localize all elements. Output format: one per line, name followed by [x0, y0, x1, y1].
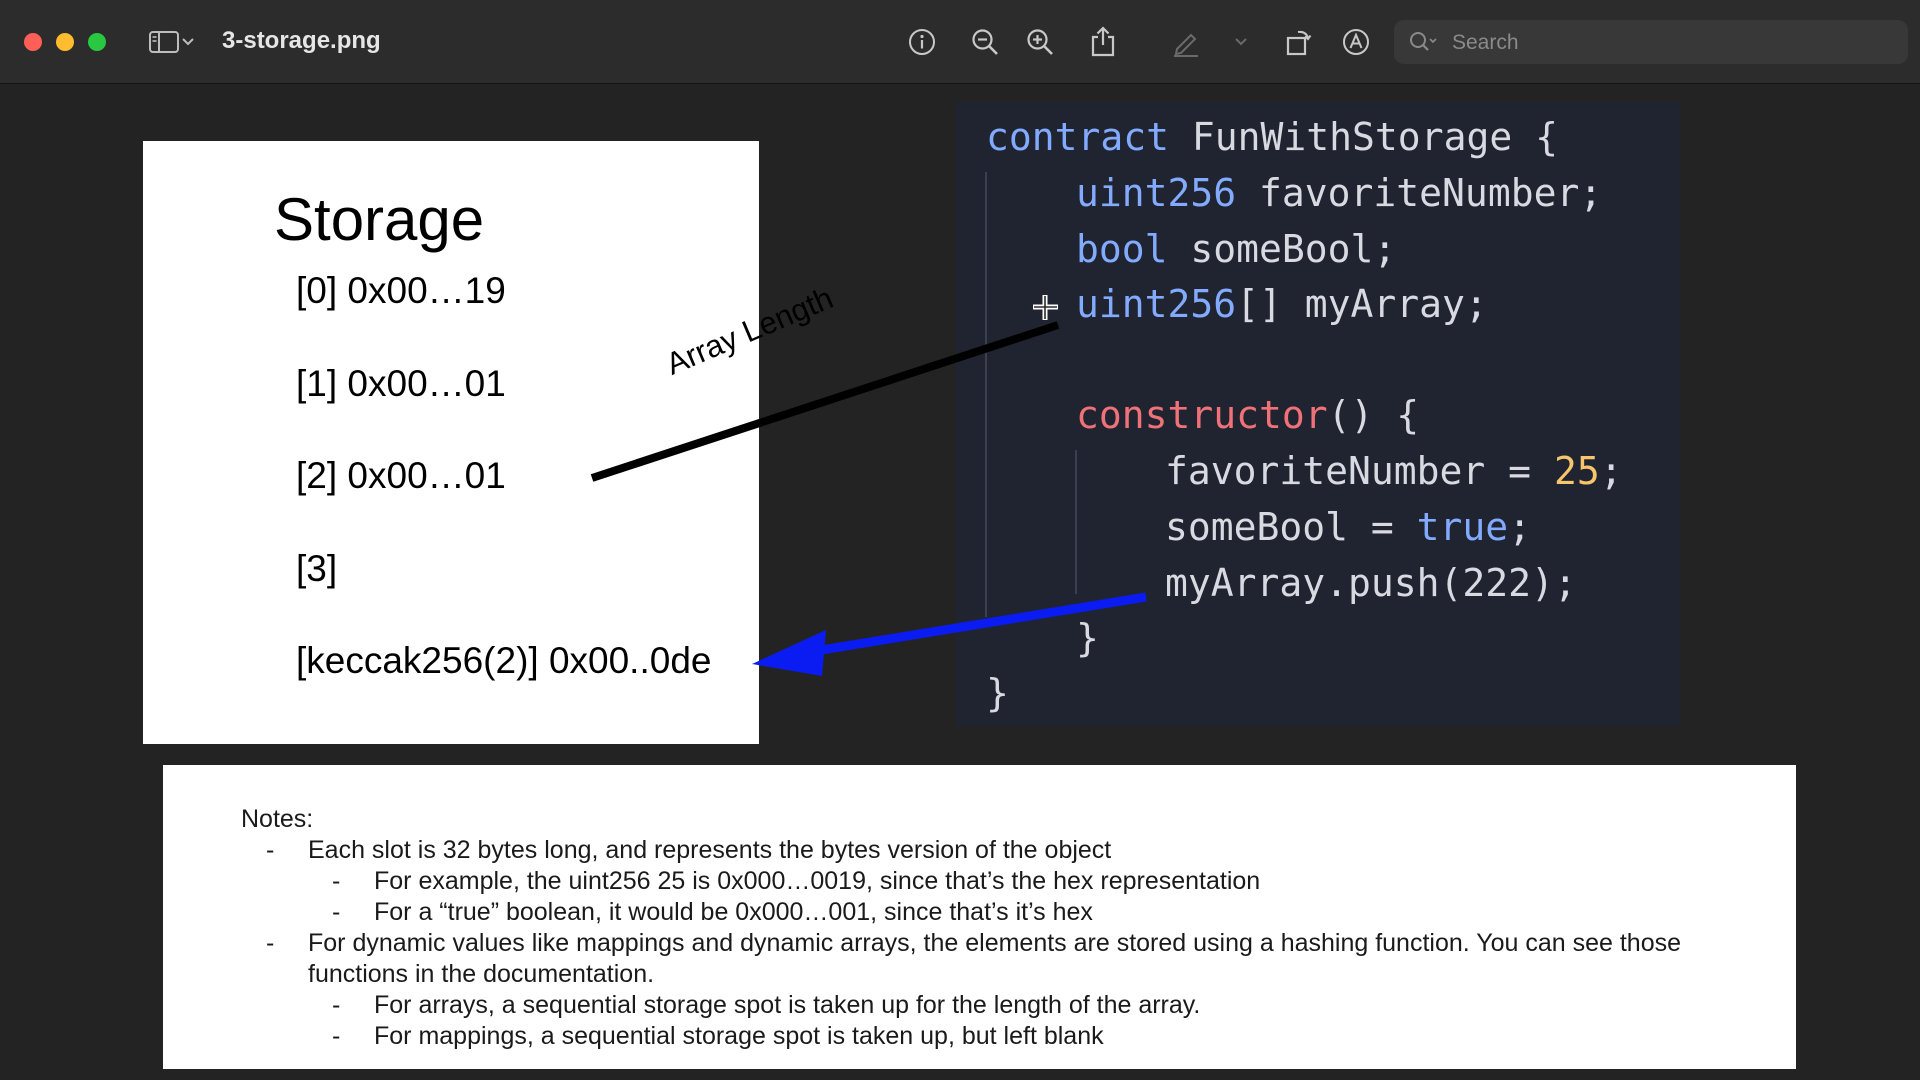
- document-title: 3-storage.png: [222, 27, 381, 54]
- note-bullet: -: [332, 991, 341, 1019]
- code-line-assign-favorite: favoriteNumber = 25;: [1165, 449, 1623, 493]
- notes-box: Notes: - Each slot is 32 bytes long, and…: [163, 765, 1796, 1069]
- note-subitem: For mappings, a sequential storage spot …: [374, 1022, 1104, 1050]
- share-button[interactable]: [1083, 22, 1123, 62]
- zoom-out-icon: [972, 29, 998, 55]
- storage-slot-2: [2] 0x00…01: [296, 455, 506, 496]
- info-button[interactable]: [902, 22, 942, 62]
- code-line-assign-bool: someBool = true;: [1165, 505, 1532, 549]
- code-line-close-constructor: }: [1076, 616, 1099, 660]
- rotate-icon: [1286, 30, 1312, 56]
- indent-guide: [1075, 450, 1077, 594]
- preview-window: 3-storage.png Search Storage [0] 0x00…19…: [0, 0, 1920, 1080]
- rotate-button[interactable]: [1279, 22, 1319, 62]
- storage-slot-1: [1] 0x00…01: [296, 363, 506, 404]
- note-subitem: For example, the uint256 25 is 0x000…001…: [374, 867, 1261, 895]
- code-snippet: contract FunWithStorage { uint256 favori…: [956, 102, 1680, 726]
- indent-guide: [985, 172, 987, 617]
- code-line-constructor: constructor() {: [1076, 393, 1420, 437]
- code-line-my-array: uint256[] myArray;: [1076, 282, 1488, 326]
- title-bar: 3-storage.png: [0, 0, 1920, 84]
- info-icon: [909, 29, 935, 55]
- markup-pen-icon: [1174, 33, 1198, 57]
- code-line-favorite-number: uint256 favoriteNumber;: [1076, 171, 1603, 215]
- storage-slot-3: [3]: [296, 548, 338, 589]
- notes-heading: Notes:: [241, 805, 314, 833]
- storage-diagram: Storage [0] 0x00…19 [1] 0x00…01 [2] 0x00…: [143, 141, 759, 744]
- zoom-window-button[interactable]: [88, 33, 106, 51]
- minimize-window-button[interactable]: [56, 33, 74, 51]
- chevron-down-icon: [182, 38, 194, 46]
- note-subitem: For a “true” boolean, it would be 0x000……: [374, 898, 1093, 926]
- note-subitem: For arrays, a sequential storage spot is…: [374, 991, 1201, 1019]
- storage-slot-keccak: [keccak256(2)] 0x00..0de: [296, 640, 712, 681]
- note-bullet: -: [266, 929, 275, 957]
- code-line-some-bool: bool someBool;: [1076, 227, 1397, 271]
- share-icon: [1091, 26, 1115, 57]
- close-window-button[interactable]: [24, 33, 42, 51]
- note-item-continuation: functions in the documentation.: [308, 960, 655, 988]
- code-line-array-push: myArray.push(222);: [1165, 561, 1577, 605]
- search-icon: [1410, 32, 1437, 51]
- markup-options-button[interactable]: [1230, 22, 1252, 62]
- note-bullet: -: [332, 867, 341, 895]
- search-field[interactable]: [1394, 20, 1908, 64]
- image-canvas: Storage [0] 0x00…19 [1] 0x00…01 [2] 0x00…: [0, 84, 1920, 1080]
- search-input[interactable]: [1450, 26, 1894, 60]
- code-line-contract: contract FunWithStorage {: [986, 115, 1558, 159]
- note-item: Each slot is 32 bytes long, and represen…: [308, 836, 1112, 864]
- zoom-in-button[interactable]: [1020, 22, 1060, 62]
- code-line-close-contract: }: [986, 671, 1009, 715]
- sidebar-options-button[interactable]: [176, 22, 200, 62]
- note-item: For dynamic values like mappings and dyn…: [308, 929, 1682, 957]
- zoom-out-button[interactable]: [965, 22, 1005, 62]
- annotate-icon: [1343, 29, 1369, 55]
- note-bullet: -: [332, 898, 341, 926]
- annotate-button[interactable]: [1336, 22, 1376, 62]
- markup-button[interactable]: [1166, 22, 1206, 62]
- storage-slot-0: [0] 0x00…19: [296, 270, 506, 311]
- zoom-in-icon: [1027, 29, 1053, 55]
- note-bullet: -: [332, 1022, 341, 1050]
- chevron-down-icon: [1235, 38, 1247, 46]
- note-bullet: -: [266, 836, 275, 864]
- storage-title: Storage: [274, 186, 485, 253]
